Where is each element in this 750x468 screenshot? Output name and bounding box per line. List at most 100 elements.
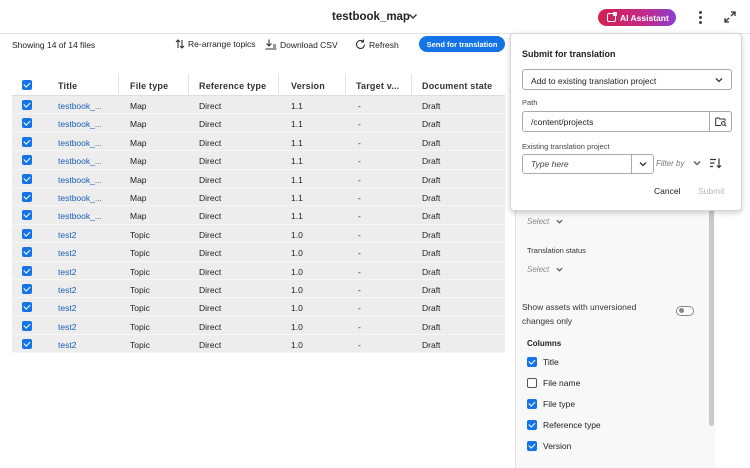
table-row[interactable]: testbook_... Map Direct 1.1 - Draft [12, 187, 505, 207]
cell-target-version: - [358, 321, 361, 332]
cell-target-version: - [358, 137, 361, 148]
chevron-down-icon[interactable] [692, 158, 702, 168]
cell-title[interactable]: testbook_... [58, 156, 102, 166]
ai-assistant-button[interactable]: AI Assistant [598, 9, 676, 26]
cell-target-version: - [358, 101, 361, 111]
column-option-label: Reference type [543, 420, 601, 430]
column-option-checkbox[interactable] [527, 399, 537, 409]
rearrange-topics-button[interactable]: Re-arrange topics [175, 39, 256, 49]
project-input[interactable] [524, 156, 629, 172]
cell-file-type: Topic [130, 321, 150, 332]
cell-version: 1.0 [291, 303, 303, 314]
refresh-button[interactable]: Refresh [355, 39, 399, 50]
cell-title[interactable]: test2 [58, 248, 76, 258]
browse-folder-button[interactable] [709, 112, 731, 131]
translation-mode-select[interactable]: Add to existing translation project [522, 69, 732, 90]
column-header-version[interactable]: Version [291, 81, 325, 91]
row-checkbox[interactable] [22, 155, 32, 166]
cell-version: 1.0 [291, 266, 303, 277]
column-header-file-type[interactable]: File type [130, 81, 168, 91]
row-checkbox[interactable] [22, 136, 32, 147]
path-input[interactable] [524, 113, 708, 130]
column-header-document-state[interactable]: Document state [422, 81, 492, 91]
cell-title[interactable]: testbook_... [58, 175, 102, 185]
column-option[interactable]: Title [527, 357, 559, 367]
download-csv-button[interactable]: Download CSV [265, 39, 338, 50]
row-checkbox[interactable] [22, 265, 32, 276]
row-checkbox[interactable] [22, 100, 32, 110]
row-checkbox[interactable] [22, 118, 32, 129]
row-checkbox[interactable] [22, 283, 32, 294]
table-row[interactable]: testbook_... Map Direct 1.1 - Draft [12, 206, 505, 225]
cancel-button[interactable]: Cancel [654, 186, 680, 196]
cell-title[interactable]: test2 [58, 340, 76, 350]
cell-title[interactable]: testbook_... [58, 211, 102, 221]
table-row[interactable]: test2 Topic Direct 1.0 - Draft [12, 279, 505, 299]
column-option[interactable]: Reference type [527, 420, 601, 430]
row-checkbox[interactable] [22, 302, 32, 313]
table-row[interactable]: testbook_... Map Direct 1.1 - Draft [12, 151, 505, 170]
row-checkbox[interactable] [22, 247, 32, 258]
column-header-target-version[interactable]: Target v... [356, 81, 399, 91]
column-header-reference-type[interactable]: Reference type [199, 81, 266, 91]
cell-title[interactable]: testbook_... [58, 138, 102, 148]
more-options-icon[interactable] [694, 9, 706, 25]
filter-by-label[interactable]: Filter by [656, 159, 684, 168]
column-option[interactable]: File type [527, 399, 575, 409]
cell-document-state: Draft [422, 340, 441, 351]
table-row[interactable]: testbook_... Map Direct 1.1 - Draft [12, 96, 505, 115]
cell-target-version: - [358, 303, 361, 314]
table-row[interactable]: test2 Topic Direct 1.0 - Draft [12, 335, 505, 354]
row-checkbox[interactable] [22, 228, 32, 239]
cell-title[interactable]: test2 [58, 322, 76, 332]
row-checkbox[interactable] [22, 191, 32, 202]
cell-target-version: - [358, 211, 361, 222]
row-checkbox[interactable] [22, 173, 32, 184]
row-checkbox[interactable] [22, 320, 32, 331]
cell-version: 1.0 [291, 284, 303, 295]
sort-icon[interactable] [709, 157, 722, 169]
column-header-title[interactable]: Title [58, 81, 77, 91]
cell-file-type: Map [130, 119, 147, 130]
path-field [522, 111, 732, 132]
cell-document-state: Draft [422, 211, 441, 222]
unversioned-toggle[interactable] [676, 306, 694, 316]
table-row[interactable]: test2 Topic Direct 1.0 - Draft [12, 243, 505, 262]
column-option-checkbox[interactable] [527, 441, 537, 451]
column-option[interactable]: File name [527, 378, 580, 388]
table-row[interactable]: test2 Topic Direct 1.0 - Draft [12, 261, 505, 280]
table-row[interactable]: testbook_... Map Direct 1.1 - Draft [12, 132, 505, 152]
cell-title[interactable]: test2 [58, 230, 76, 240]
project-dropdown-button[interactable] [631, 155, 653, 173]
column-option[interactable]: Version [527, 441, 571, 451]
cell-title[interactable]: testbook_... [58, 101, 102, 111]
column-option-checkbox[interactable] [527, 378, 537, 388]
cell-title[interactable]: test2 [58, 285, 76, 295]
submit-button[interactable]: Submit [698, 186, 724, 196]
table-row[interactable]: testbook_... Map Direct 1.1 - Draft [12, 169, 505, 188]
table-row[interactable]: test2 Topic Direct 1.0 - Draft [12, 298, 505, 317]
table-row[interactable]: test2 Topic Direct 1.0 - Draft [12, 224, 505, 244]
filter-select-1[interactable]: Select [527, 217, 564, 226]
cell-title[interactable]: testbook_... [58, 119, 102, 129]
cell-title[interactable]: test2 [58, 303, 76, 313]
row-checkbox[interactable] [22, 210, 32, 221]
cell-title[interactable]: testbook_... [58, 193, 102, 203]
chevron-down-icon[interactable] [407, 10, 419, 22]
cell-document-state: Draft [422, 119, 441, 130]
column-option-checkbox[interactable] [527, 357, 537, 367]
column-option-checkbox[interactable] [527, 420, 537, 430]
cell-title[interactable]: test2 [58, 267, 76, 277]
expand-icon[interactable] [723, 10, 737, 24]
table-row[interactable]: testbook_... Map Direct 1.1 - Draft [12, 114, 505, 133]
cell-reference-type: Direct [199, 266, 222, 277]
document-title[interactable]: testbook_map [332, 11, 410, 23]
row-checkbox[interactable] [22, 339, 32, 350]
table-row[interactable]: test2 Topic Direct 1.0 - Draft [12, 316, 505, 336]
cell-version: 1.1 [291, 156, 303, 167]
path-label: Path [522, 98, 538, 107]
select-all-checkbox[interactable] [22, 80, 32, 90]
cell-file-type: Map [130, 174, 147, 185]
translation-status-select[interactable]: Select [527, 265, 564, 274]
send-for-translation-button[interactable]: Send for translation [419, 36, 505, 52]
